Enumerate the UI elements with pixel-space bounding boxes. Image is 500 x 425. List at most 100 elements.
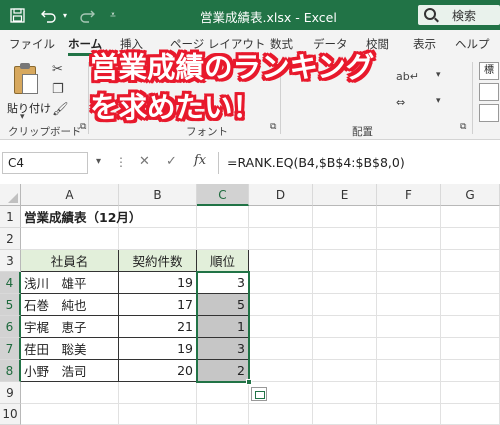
grid-cell[interactable] (441, 272, 500, 294)
row-header[interactable]: 5 (0, 294, 21, 316)
merge-center-icon[interactable]: ⇔ (396, 96, 405, 109)
column-header-f[interactable]: F (377, 184, 441, 206)
insert-function-icon[interactable]: fx (194, 153, 206, 168)
worksheet-grid[interactable]: A B C D E F G 1 2 3 4 5 6 7 8 9 10 営業成績表… (0, 184, 500, 425)
grid-cell[interactable] (377, 338, 441, 360)
grid-cell[interactable] (313, 206, 377, 228)
grid-cell[interactable] (441, 404, 500, 425)
grid-cell[interactable] (377, 206, 441, 228)
paste-button[interactable]: 貼り付け (7, 100, 51, 116)
grid-cell[interactable] (313, 228, 377, 250)
save-icon[interactable] (8, 6, 26, 24)
undo-dropdown-icon[interactable]: ▾ (60, 6, 70, 24)
grid-cell[interactable] (441, 228, 500, 250)
grid-cell[interactable] (377, 360, 441, 382)
table-cell-name[interactable]: 小野 浩司 (21, 360, 119, 382)
grid-cell[interactable] (377, 404, 441, 425)
grid-cell[interactable] (249, 360, 313, 382)
grid-cell[interactable] (197, 382, 249, 404)
row-header[interactable]: 2 (0, 228, 21, 250)
select-all-button[interactable] (0, 184, 21, 206)
table-cell-name[interactable]: 浅川 雄平 (21, 272, 119, 294)
row-header[interactable]: 7 (0, 338, 21, 360)
grid-cell[interactable] (313, 294, 377, 316)
paste-icon[interactable] (10, 62, 40, 96)
column-header-c[interactable]: C (197, 184, 249, 206)
grid-cell[interactable] (249, 228, 313, 250)
grid-cell[interactable] (249, 338, 313, 360)
grid-cell[interactable] (441, 206, 500, 228)
enter-icon[interactable]: ✓ (166, 154, 177, 169)
grid-cell[interactable] (441, 250, 500, 272)
grid-cell[interactable] (119, 228, 197, 250)
table-cell-name[interactable]: 荏田 聡美 (21, 338, 119, 360)
table-cell-count[interactable]: 19 (119, 338, 197, 360)
grid-cell[interactable] (249, 404, 313, 425)
title-cell[interactable]: 営業成績表（12月） (21, 206, 197, 228)
grid-cell[interactable] (377, 272, 441, 294)
name-box-dropdown-icon[interactable]: ▾ (96, 156, 101, 167)
redo-icon[interactable] (78, 6, 96, 24)
tab-review[interactable]: 校閲 (366, 36, 389, 52)
row-header[interactable]: 4 (0, 272, 21, 294)
column-header-b[interactable]: B (119, 184, 197, 206)
table-cell-rank[interactable]: 3 (197, 338, 249, 360)
grid-cell[interactable] (21, 382, 119, 404)
paste-dropdown-icon[interactable]: ▾ (20, 112, 25, 122)
wrap-text-icon[interactable]: ab↵ (396, 70, 419, 83)
dropdown-icon[interactable]: ▾ (436, 70, 441, 80)
grid-cell[interactable] (249, 316, 313, 338)
dropdown-icon[interactable]: ▾ (436, 96, 441, 106)
tab-page-layout[interactable]: ページ レイアウト (170, 36, 265, 52)
table-cell-rank[interactable]: 3 (197, 272, 249, 294)
alignment-launcher-icon[interactable]: ⧉ (460, 122, 466, 132)
style-box[interactable] (479, 104, 499, 122)
cancel-icon[interactable]: ✕ (139, 154, 150, 169)
format-painter-icon[interactable]: 🖌 (52, 102, 69, 117)
grid-cell[interactable] (313, 338, 377, 360)
table-header-rank[interactable]: 順位 (197, 250, 249, 272)
table-cell-rank[interactable]: 1 (197, 316, 249, 338)
table-cell-rank[interactable]: 5 (197, 294, 249, 316)
grid-cell[interactable] (441, 316, 500, 338)
column-header-g[interactable]: G (441, 184, 500, 206)
grid-cell[interactable] (441, 382, 500, 404)
grid-cell[interactable] (21, 404, 119, 425)
font-launcher-icon[interactable]: ⧉ (270, 122, 276, 132)
grid-cell[interactable] (249, 272, 313, 294)
table-cell-count[interactable]: 19 (119, 272, 197, 294)
row-header[interactable]: 8 (0, 360, 21, 382)
table-header-name[interactable]: 社員名 (21, 250, 119, 272)
style-box[interactable] (479, 83, 499, 101)
table-cell-name[interactable]: 石巻 純也 (21, 294, 119, 316)
table-cell-count[interactable]: 21 (119, 316, 197, 338)
grid-cell[interactable] (313, 382, 377, 404)
grid-cell[interactable] (197, 206, 249, 228)
tab-home[interactable]: ホーム (68, 36, 103, 56)
grid-cell[interactable] (313, 316, 377, 338)
grid-cell[interactable] (313, 272, 377, 294)
cut-icon[interactable]: ✂ (52, 62, 63, 77)
search-box[interactable]: 検索 (418, 5, 500, 25)
grid-cell[interactable] (313, 360, 377, 382)
row-header[interactable]: 1 (0, 206, 21, 228)
column-header-e[interactable]: E (313, 184, 377, 206)
column-header-d[interactable]: D (249, 184, 313, 206)
grid-cell[interactable] (441, 360, 500, 382)
tab-formulas[interactable]: 数式 (270, 36, 293, 52)
fill-handle[interactable] (246, 379, 252, 385)
grid-cell[interactable] (377, 250, 441, 272)
customize-icon[interactable]: ⩡ (106, 6, 120, 24)
grid-cell[interactable] (197, 404, 249, 425)
grid-cell[interactable] (377, 382, 441, 404)
grid-cell[interactable] (377, 294, 441, 316)
grid-cell[interactable] (119, 382, 197, 404)
grid-cell[interactable] (119, 404, 197, 425)
tab-view[interactable]: 表示 (413, 36, 436, 52)
column-header-a[interactable]: A (21, 184, 119, 206)
tab-help[interactable]: ヘルプ (455, 36, 490, 52)
grid-cell[interactable] (441, 338, 500, 360)
grid-cell[interactable] (21, 228, 119, 250)
copy-icon[interactable]: ❐ (52, 82, 64, 97)
grid-cell[interactable] (249, 206, 313, 228)
